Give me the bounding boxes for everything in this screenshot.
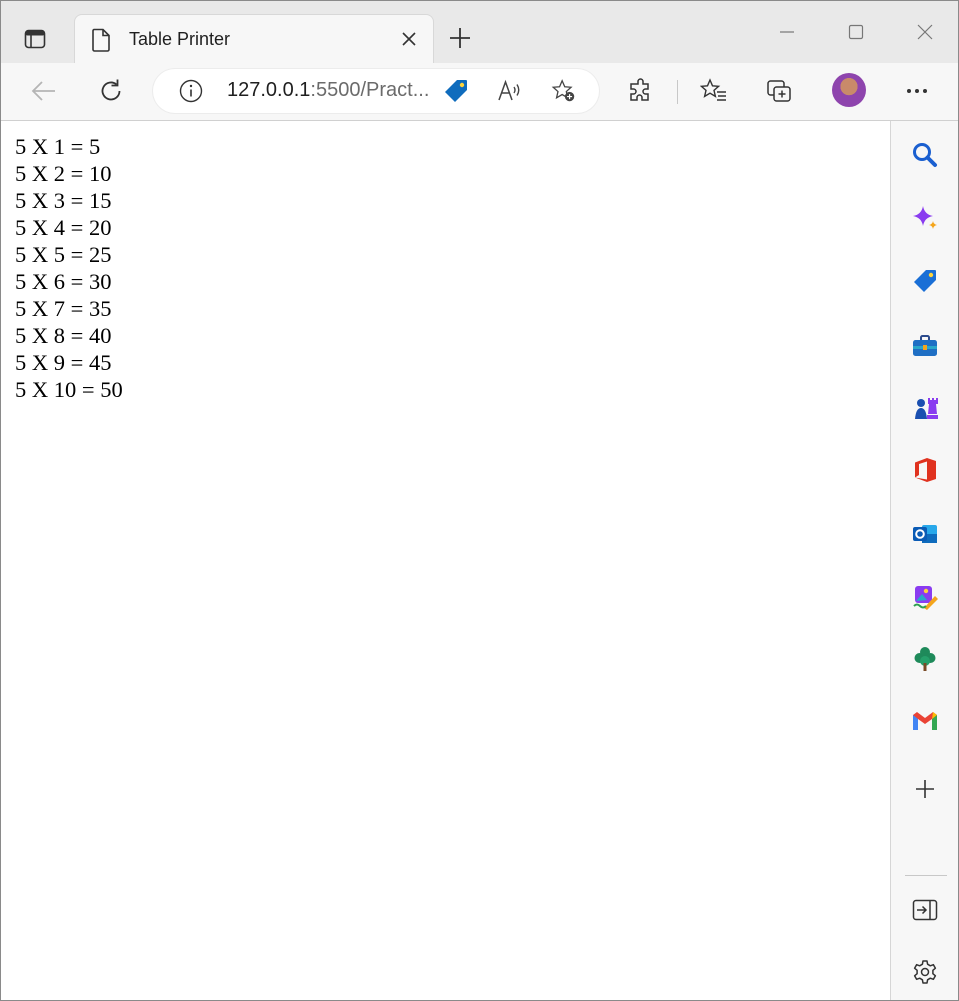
table-line: 5 X 10 = 50: [15, 377, 123, 402]
favorites-icon: [700, 78, 726, 101]
designer-icon[interactable]: [908, 580, 942, 614]
tools-icon[interactable]: [908, 329, 942, 363]
maximize-icon: [848, 24, 864, 40]
gmail-icon[interactable]: [908, 704, 942, 738]
extensions-button[interactable]: [623, 73, 659, 109]
favorites-button[interactable]: [696, 73, 732, 109]
plus-icon: [450, 28, 470, 48]
close-icon: [402, 32, 416, 46]
add-icon[interactable]: [908, 772, 942, 806]
collections-icon: [767, 80, 791, 102]
active-tab[interactable]: Table Printer: [74, 14, 434, 63]
close-icon: [917, 24, 933, 40]
url-host: 127.0.0.1: [227, 79, 311, 101]
close-window-button[interactable]: [910, 17, 940, 47]
site-info-icon[interactable]: [179, 79, 203, 103]
table-line: 5 X 5 = 25: [15, 242, 112, 267]
browser-window: Table Printer 127.0.0.1:5500/Pract... 5 …: [0, 0, 959, 1001]
url-text[interactable]: 127.0.0.1:5500/Pract...: [227, 79, 429, 102]
edge-sidebar: [890, 121, 958, 1000]
extensions-icon: [630, 78, 649, 101]
minimize-icon: [780, 31, 794, 33]
toolbar-divider: [677, 80, 678, 104]
sidebar-divider: [905, 875, 947, 876]
more-button[interactable]: [899, 73, 935, 109]
more-icon: [907, 89, 927, 93]
add-favorite-icon[interactable]: [551, 78, 577, 104]
table-line: 5 X 6 = 30: [15, 269, 112, 294]
outlook-icon[interactable]: [908, 517, 942, 551]
toolbar: 127.0.0.1:5500/Pract...: [1, 63, 958, 121]
back-icon: [31, 81, 55, 101]
office-icon[interactable]: [908, 453, 942, 487]
tab-title: Table Printer: [129, 29, 231, 49]
collections-button[interactable]: [762, 73, 798, 109]
tab-actions-icon: [24, 29, 46, 49]
search-icon[interactable]: [908, 138, 942, 172]
games-icon[interactable]: [908, 391, 942, 425]
maximize-button[interactable]: [841, 17, 871, 47]
multiplication-table: 5 X 1 = 5 5 X 2 = 10 5 X 3 = 15 5 X 4 = …: [15, 133, 123, 403]
read-aloud-icon[interactable]: [497, 78, 523, 104]
coupon-tag-icon[interactable]: [443, 78, 469, 104]
table-line: 5 X 1 = 5: [15, 134, 101, 159]
table-line: 5 X 2 = 10: [15, 161, 112, 186]
settings-icon[interactable]: [908, 955, 942, 989]
hide-sidebar-icon[interactable]: [908, 893, 942, 927]
shopping-icon[interactable]: [908, 264, 942, 298]
tab-actions-button[interactable]: [15, 19, 55, 59]
new-tab-button[interactable]: [445, 23, 475, 53]
table-line: 5 X 4 = 20: [15, 215, 112, 240]
page-content: 5 X 1 = 5 5 X 2 = 10 5 X 3 = 15 5 X 4 = …: [1, 121, 890, 1000]
back-button[interactable]: [26, 73, 62, 109]
copilot-icon[interactable]: [908, 201, 942, 235]
refresh-icon: [101, 79, 121, 101]
address-bar[interactable]: 127.0.0.1:5500/Pract...: [153, 69, 599, 113]
url-path: :5500/Pract...: [310, 79, 430, 101]
table-line: 5 X 9 = 45: [15, 350, 112, 375]
minimize-button[interactable]: [772, 17, 802, 47]
table-line: 5 X 8 = 40: [15, 323, 112, 348]
close-tab-button[interactable]: [397, 27, 421, 51]
refresh-button[interactable]: [93, 73, 129, 109]
table-line: 5 X 3 = 15: [15, 188, 112, 213]
tree-icon[interactable]: [908, 642, 942, 676]
table-line: 5 X 7 = 35: [15, 296, 112, 321]
profile-avatar[interactable]: [832, 73, 866, 107]
tab-strip: Table Printer: [1, 1, 958, 63]
page-icon: [91, 28, 113, 52]
